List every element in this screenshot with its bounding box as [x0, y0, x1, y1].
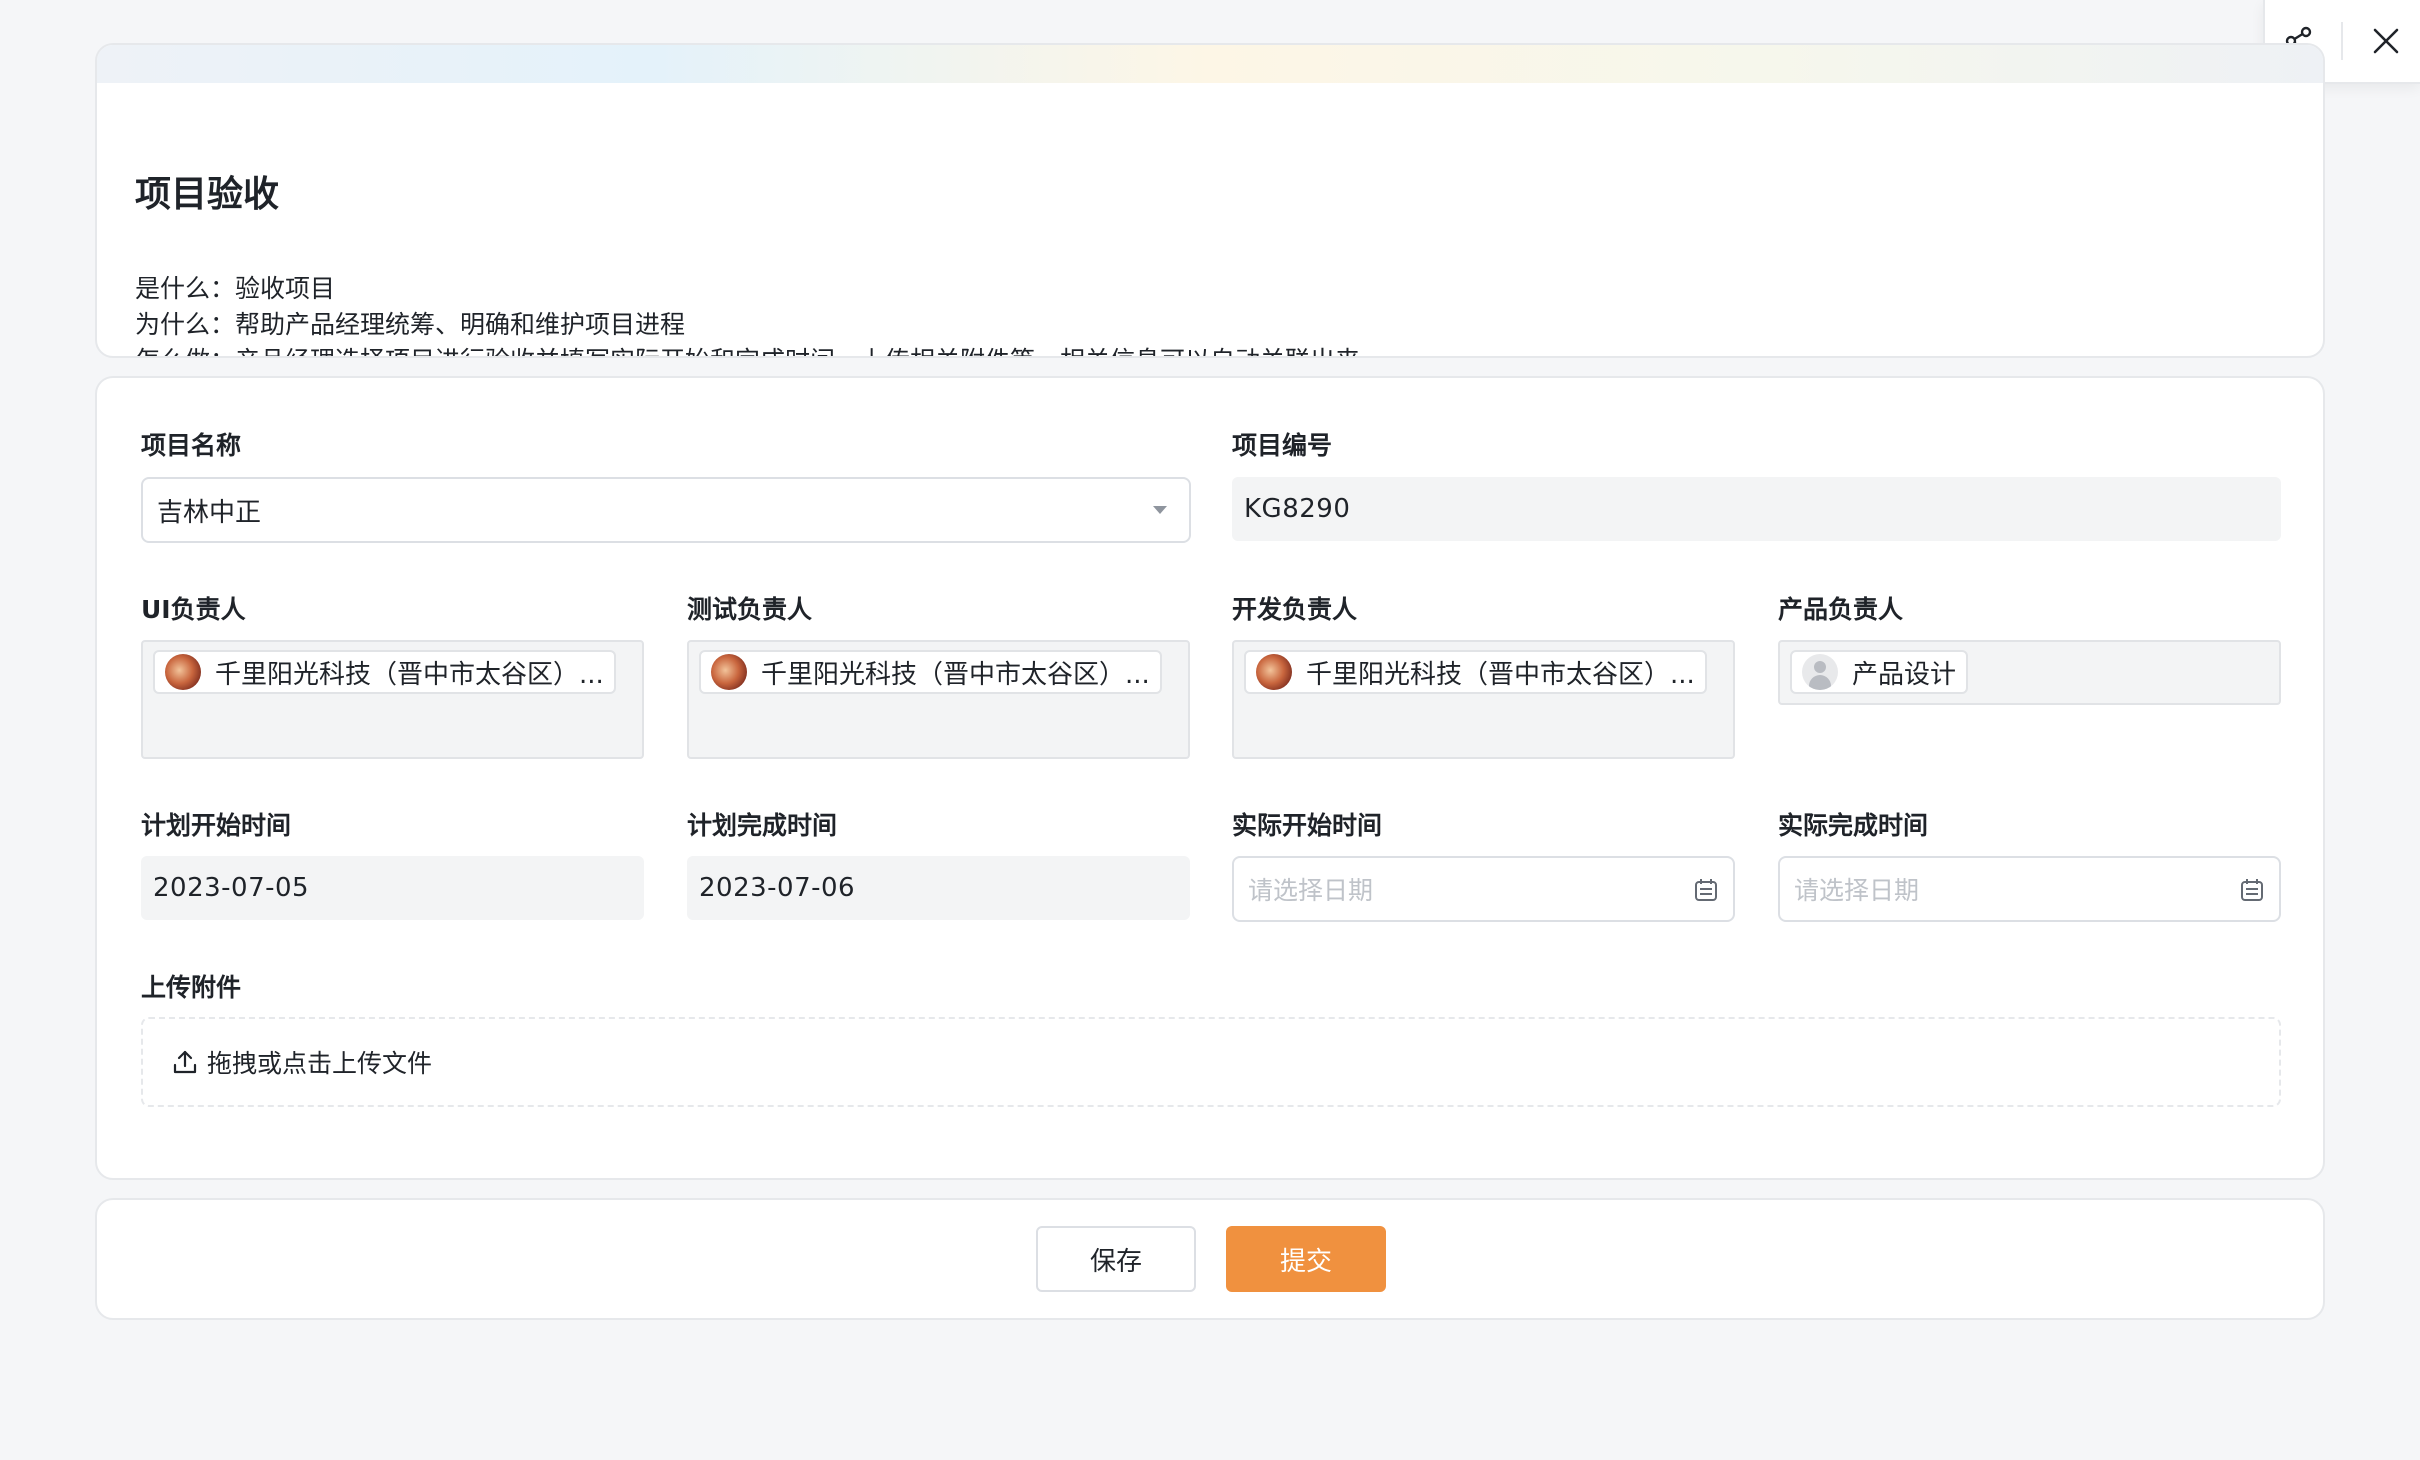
- avatar: [711, 654, 747, 690]
- plan-end-field: 2023-07-06: [687, 856, 1190, 920]
- ui-owner-label: UI负责人: [141, 595, 246, 624]
- chevron-down-icon: [1153, 506, 1167, 514]
- submit-button[interactable]: 提交: [1226, 1226, 1386, 1292]
- calendar-icon: [2241, 879, 2263, 901]
- actual-end-placeholder: 请选择日期: [1794, 876, 1920, 905]
- test-owner-field[interactable]: 千里阳光科技（晋中市太谷区）...: [687, 640, 1190, 759]
- test-owner-label: 测试负责人: [687, 595, 813, 624]
- dev-owner-name: 千里阳光科技（晋中市太谷区）...: [1306, 659, 1695, 690]
- product-owner-chip[interactable]: 产品设计: [1790, 650, 1969, 694]
- test-owner-name: 千里阳光科技（晋中市太谷区）...: [761, 659, 1150, 690]
- page-title: 项目验收: [135, 174, 280, 215]
- calendar-icon: [1695, 879, 1717, 901]
- product-owner-label: 产品负责人: [1778, 595, 1904, 624]
- dev-owner-field[interactable]: 千里阳光科技（晋中市太谷区）...: [1232, 640, 1735, 759]
- upload-icon: [173, 1050, 197, 1074]
- plan-end-label: 计划完成时间: [687, 811, 838, 840]
- intro-line-how: 怎么做：产品经理选择项目进行验收并填写实际开始和完成时间，上传相关附件等，相关信…: [135, 343, 1360, 356]
- default-avatar-icon: [1802, 654, 1838, 690]
- product-owner-name: 产品设计: [1852, 659, 1957, 690]
- ui-owner-chip[interactable]: 千里阳光科技（晋中市太谷区）...: [153, 650, 616, 694]
- project-code-field: KG8290: [1232, 477, 2281, 541]
- actual-end-label: 实际完成时间: [1778, 811, 1929, 840]
- action-bar: 保存 提交: [95, 1198, 2325, 1320]
- plan-start-field: 2023-07-05: [141, 856, 644, 920]
- upload-dropzone[interactable]: 拖拽或点击上传文件: [141, 1017, 2281, 1107]
- attachment-label: 上传附件: [141, 973, 242, 1002]
- project-name-value: 吉林中正: [157, 497, 262, 528]
- project-code-label: 项目编号: [1232, 431, 1333, 460]
- plan-start-label: 计划开始时间: [141, 811, 292, 840]
- avatar: [165, 654, 201, 690]
- actual-end-datepicker[interactable]: 请选择日期: [1778, 856, 2281, 922]
- close-icon: [2373, 28, 2399, 54]
- save-button[interactable]: 保存: [1036, 1226, 1196, 1292]
- dev-owner-label: 开发负责人: [1232, 595, 1358, 624]
- intro-line-what: 是什么： 验收项目: [135, 274, 336, 303]
- plan-end-value: 2023-07-06: [699, 873, 856, 903]
- page: 项目验收 是什么：验收项目 为什么：帮助产品经理统筹、明确和维护项目进程 怎么做…: [0, 0, 2420, 1460]
- project-code-value: KG8290: [1244, 494, 1351, 524]
- actual-start-label: 实际开始时间: [1232, 811, 1383, 840]
- test-owner-chip[interactable]: 千里阳光科技（晋中市太谷区）...: [699, 650, 1162, 694]
- avatar: [1256, 654, 1292, 690]
- intro-description: 是什么：验收项目 为什么：帮助产品经理统筹、明确和维护项目进程 怎么做：产品经理…: [135, 271, 1360, 356]
- product-owner-field[interactable]: 产品设计: [1778, 640, 2281, 705]
- form-card: 项目名称 吉林中正 项目编号 KG8290 UI负责人 千里阳光科技（晋中市太谷…: [95, 376, 2325, 1180]
- intro-card: 项目验收 是什么：验收项目 为什么：帮助产品经理统筹、明确和维护项目进程 怎么做…: [95, 43, 2325, 358]
- intro-line-why: 为什么： 帮助产品经理统筹、明确和维护项目进程: [135, 310, 686, 339]
- toolbar-divider: [2341, 22, 2344, 60]
- plan-start-value: 2023-07-05: [153, 873, 310, 903]
- ui-owner-name: 千里阳光科技（晋中市太谷区）...: [215, 659, 604, 690]
- upload-hint: 拖拽或点击上传文件: [207, 1049, 433, 1078]
- actual-start-placeholder: 请选择日期: [1248, 876, 1374, 905]
- close-button[interactable]: [2360, 15, 2412, 67]
- project-name-label: 项目名称: [141, 431, 242, 460]
- actual-start-datepicker[interactable]: 请选择日期: [1232, 856, 1735, 922]
- header-gradient: [97, 45, 2323, 83]
- dev-owner-chip[interactable]: 千里阳光科技（晋中市太谷区）...: [1244, 650, 1707, 694]
- project-name-select[interactable]: 吉林中正: [141, 477, 1191, 543]
- ui-owner-field[interactable]: 千里阳光科技（晋中市太谷区）...: [141, 640, 644, 759]
